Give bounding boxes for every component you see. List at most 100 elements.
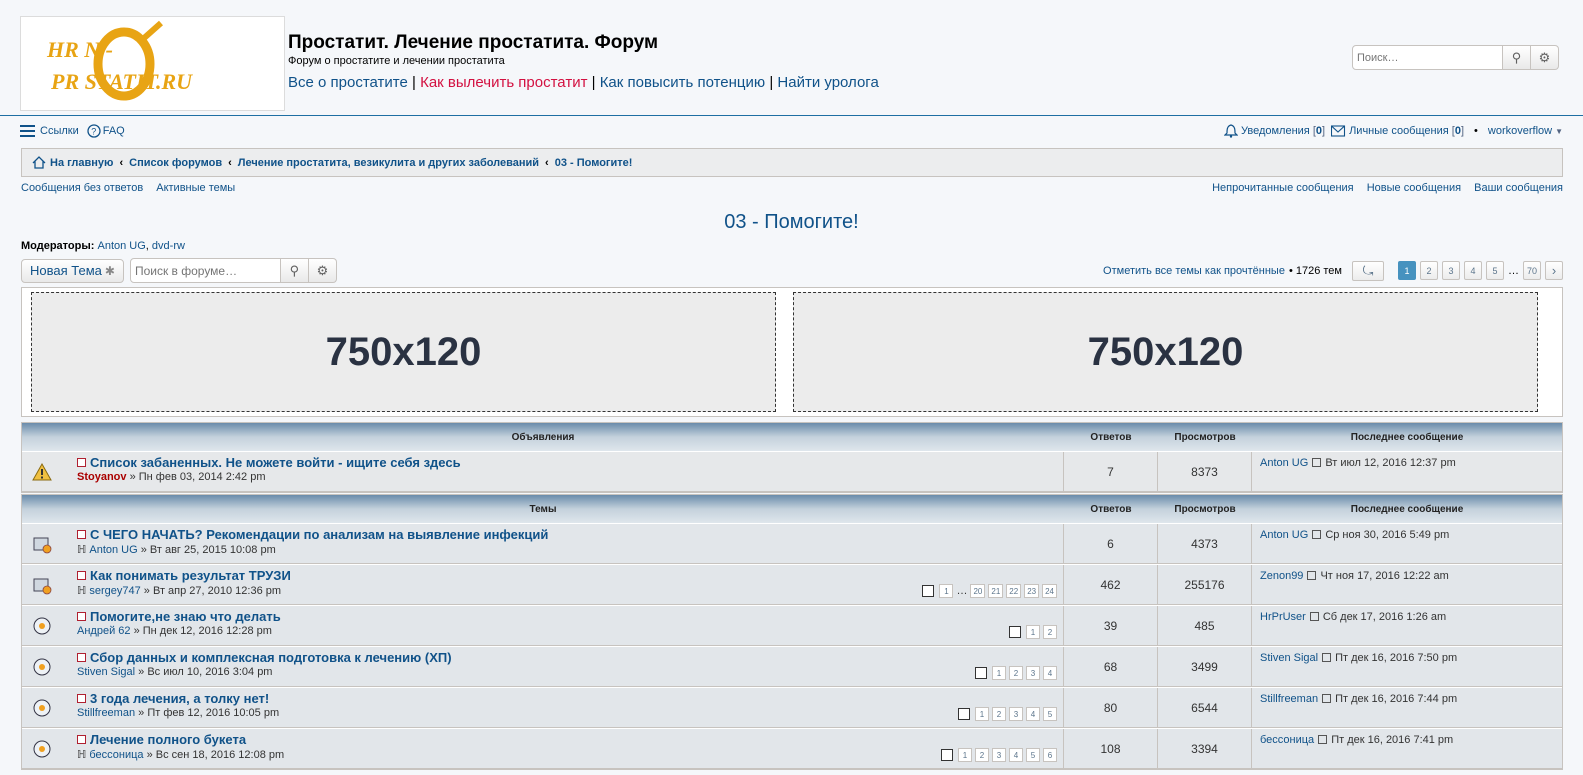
- banner-left[interactable]: 750x120: [31, 292, 776, 412]
- topic-title-link[interactable]: 3 года лечения, а толку нет!: [77, 691, 1063, 706]
- topic-author[interactable]: Stiven Sigal: [77, 666, 135, 678]
- topic-page-link[interactable]: 5: [1026, 748, 1040, 762]
- page-button-last[interactable]: 70: [1522, 261, 1541, 280]
- topic-page-link[interactable]: 23: [1024, 584, 1040, 598]
- view-last-post-icon[interactable]: [1318, 735, 1328, 744]
- faq-link[interactable]: ? FAQ: [87, 124, 125, 138]
- topic-title-link[interactable]: Сбор данных и комплексная подготовка к л…: [77, 650, 1063, 665]
- view-last-post-icon[interactable]: [1307, 571, 1317, 580]
- topic-page-link[interactable]: 4: [1026, 707, 1040, 721]
- topic-page-link[interactable]: 1: [958, 748, 972, 762]
- username-link[interactable]: workoverflow: [1488, 125, 1552, 137]
- header-search-input[interactable]: [1352, 45, 1503, 70]
- faq-label[interactable]: FAQ: [103, 125, 125, 137]
- topic-title[interactable]: С ЧЕГО НАЧАТЬ? Рекомендации по анализам …: [90, 527, 548, 542]
- topic-page-link[interactable]: 2: [1009, 666, 1023, 680]
- topic-title-link[interactable]: Список забаненных. Не можете войти - ищи…: [77, 455, 1063, 470]
- header-search-button[interactable]: ⚲: [1503, 45, 1531, 70]
- link-about-prostatitis[interactable]: Все о простатите: [288, 74, 408, 91]
- page-button[interactable]: 3: [1441, 261, 1460, 280]
- topic-page-link[interactable]: 2: [1043, 625, 1057, 639]
- unread-posts-link[interactable]: Непрочитанные сообщения: [1212, 182, 1354, 194]
- topic-page-link[interactable]: 3: [1026, 666, 1040, 680]
- topic-page-link[interactable]: 2: [992, 707, 1006, 721]
- topic-title[interactable]: Список забаненных. Не можете войти - ищи…: [90, 455, 461, 470]
- topic-page-link[interactable]: 20: [970, 584, 986, 598]
- topic-page-link[interactable]: 1: [992, 666, 1006, 680]
- link-how-to-cure[interactable]: Как вылечить простатит: [420, 74, 587, 91]
- topic-page-link[interactable]: 3: [992, 748, 1006, 762]
- topic-title[interactable]: Сбор данных и комплексная подготовка к л…: [90, 650, 452, 665]
- topic-title-link[interactable]: Как понимать результат ТРУЗИ: [77, 568, 1063, 583]
- private-messages-link[interactable]: Личные сообщения [0]: [1331, 125, 1464, 137]
- view-last-post-icon[interactable]: [1322, 653, 1332, 662]
- last-post-author[interactable]: Stiven Sigal: [1260, 652, 1318, 664]
- topic-title[interactable]: 3 года лечения, а толку нет!: [90, 691, 269, 706]
- moderator-link[interactable]: dvd-rw: [152, 240, 185, 252]
- topic-page-link[interactable]: 4: [1043, 666, 1057, 680]
- topic-title[interactable]: Как понимать результат ТРУЗИ: [90, 568, 291, 583]
- last-post-author[interactable]: HrPrUser: [1260, 611, 1306, 623]
- topic-page-link[interactable]: 1: [1026, 625, 1040, 639]
- last-post-author[interactable]: бессоница: [1260, 734, 1314, 746]
- quick-links-menu[interactable]: Ссылки: [20, 125, 79, 137]
- topic-author[interactable]: Андрей 62: [77, 625, 131, 637]
- topic-page-link[interactable]: 21: [988, 584, 1004, 598]
- view-last-post-icon[interactable]: [1322, 694, 1332, 703]
- breadcrumb-home[interactable]: На главную: [50, 157, 113, 169]
- site-logo[interactable]: HR N - PR STATIT.RU: [20, 16, 285, 111]
- topic-title[interactable]: Помогите,не знаю что делать: [90, 609, 281, 624]
- topic-page-link[interactable]: 2: [975, 748, 989, 762]
- mark-all-read-link[interactable]: Отметить все темы как прочтённые: [1103, 265, 1285, 277]
- topic-title-link[interactable]: Помогите,не знаю что делать: [77, 609, 1063, 624]
- page-button[interactable]: 2: [1419, 261, 1438, 280]
- view-last-post-icon[interactable]: [1312, 530, 1322, 539]
- view-last-post-icon[interactable]: [1309, 612, 1319, 621]
- unanswered-posts-link[interactable]: Сообщения без ответов: [21, 182, 143, 194]
- topic-title-link[interactable]: С ЧЕГО НАЧАТЬ? Рекомендации по анализам …: [77, 527, 1063, 542]
- user-menu[interactable]: workoverflow ▼: [1488, 125, 1563, 137]
- topic-author[interactable]: бессоница: [89, 749, 143, 761]
- last-post-author[interactable]: Zenon99: [1260, 570, 1303, 582]
- topic-page-link[interactable]: 6: [1043, 748, 1057, 762]
- topic-author[interactable]: Stillfreeman: [77, 707, 135, 719]
- topic-author[interactable]: Anton UG: [89, 544, 137, 556]
- topic-page-link[interactable]: 24: [1042, 584, 1057, 598]
- page-button[interactable]: 4: [1463, 261, 1482, 280]
- your-posts-link[interactable]: Ваши сообщения: [1474, 182, 1563, 194]
- jump-to-page-button[interactable]: ⤿: [1351, 260, 1384, 281]
- forum-title[interactable]: 03 - Помогите!: [0, 211, 1583, 234]
- topic-page-link[interactable]: 5: [1043, 707, 1057, 721]
- topic-page-link[interactable]: 1: [975, 707, 989, 721]
- notifications-label[interactable]: Уведомления: [1241, 125, 1310, 137]
- header-advanced-search-button[interactable]: ⚙: [1531, 45, 1559, 70]
- topic-author[interactable]: sergey747: [89, 585, 140, 597]
- topic-author[interactable]: Stoyanov: [77, 471, 127, 483]
- forum-search-input[interactable]: [129, 258, 281, 283]
- quick-links-label[interactable]: Ссылки: [40, 125, 79, 137]
- topic-page-link[interactable]: 1: [939, 584, 954, 598]
- last-post-author[interactable]: Anton UG: [1260, 457, 1308, 469]
- last-post-author[interactable]: Stillfreeman: [1260, 693, 1318, 705]
- banner-right[interactable]: 750x120: [793, 292, 1538, 412]
- link-potency[interactable]: Как повысить потенцию: [600, 74, 765, 91]
- topic-page-link[interactable]: 4: [1009, 748, 1023, 762]
- topic-title-link[interactable]: Лечение полного букета: [77, 732, 1063, 747]
- last-post-author[interactable]: Anton UG: [1260, 529, 1308, 541]
- view-last-post-icon[interactable]: [1312, 458, 1322, 467]
- moderator-link[interactable]: Anton UG: [97, 240, 145, 252]
- topic-page-link[interactable]: 3: [1009, 707, 1023, 721]
- breadcrumb-category[interactable]: Лечение простатита, везикулита и других …: [238, 157, 539, 169]
- page-button-current[interactable]: 1: [1397, 261, 1416, 280]
- new-posts-link[interactable]: Новые сообщения: [1367, 182, 1461, 194]
- breadcrumb-forum-list[interactable]: Список форумов: [129, 157, 222, 169]
- new-topic-button[interactable]: Новая Тема ✱: [21, 258, 124, 283]
- forum-search-button[interactable]: ⚲: [280, 258, 309, 283]
- active-topics-link[interactable]: Активные темы: [156, 182, 235, 194]
- topic-title[interactable]: Лечение полного букета: [90, 732, 246, 747]
- link-find-urologist[interactable]: Найти уролога: [777, 74, 878, 91]
- page-button[interactable]: 5: [1485, 261, 1504, 280]
- private-messages-label[interactable]: Личные сообщения: [1349, 125, 1449, 137]
- next-page-button[interactable]: ›: [1545, 261, 1563, 280]
- topic-page-link[interactable]: 22: [1006, 584, 1022, 598]
